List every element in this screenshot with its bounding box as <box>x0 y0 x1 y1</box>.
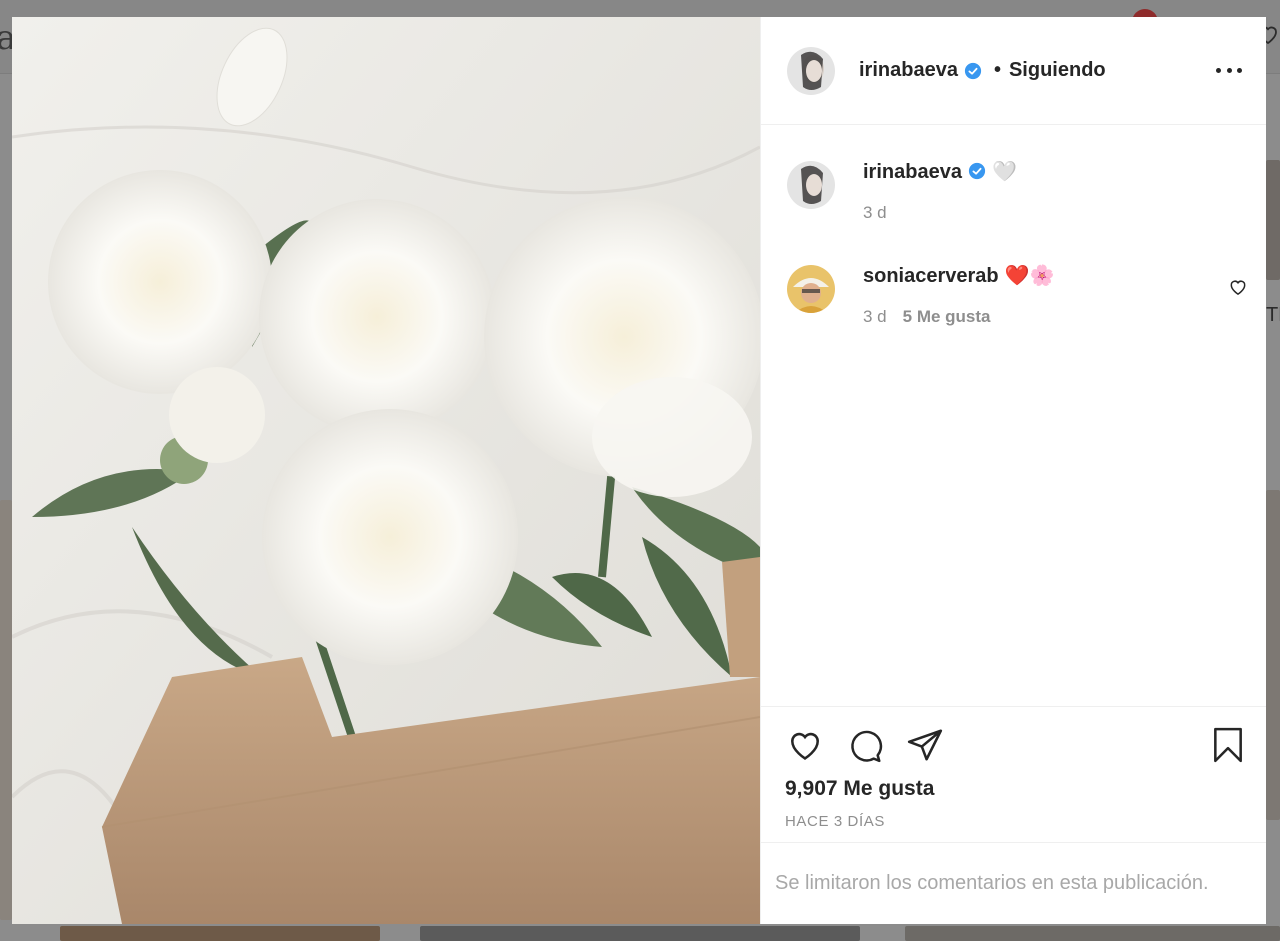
background-thumbnail <box>0 500 12 920</box>
author-username[interactable]: irinabaeva <box>859 59 958 82</box>
post-modal: irinabaeva • Siguiendo irinabaeva 🤍 3 d <box>12 17 1266 924</box>
background-thumbnail <box>420 926 860 941</box>
comments-list: irinabaeva 🤍 3 d soniacerverab ❤️🌸 3 d 5… <box>761 125 1266 706</box>
commenter-username[interactable]: soniacerverab <box>863 265 999 287</box>
post-header: irinabaeva • Siguiendo <box>761 17 1266 125</box>
background-thumbnail <box>1266 160 1280 280</box>
separator-dot: • <box>993 59 1001 81</box>
comment-likes[interactable]: 5 Me gusta <box>903 307 991 326</box>
comment-bubble-icon[interactable] <box>845 725 885 765</box>
post-image[interactable] <box>12 17 760 924</box>
comments-limited-notice: Se limitaron los comentarios en esta pub… <box>761 842 1266 924</box>
caption: irinabaeva 🤍 3 d <box>787 159 1248 223</box>
author-avatar[interactable] <box>787 46 835 95</box>
caption-meta: 3 d <box>863 203 1017 223</box>
post-actions: 9,907 Me gusta HACE 3 DÍAS <box>761 706 1266 842</box>
caption-body: irinabaeva 🤍 3 d <box>863 159 1017 223</box>
verified-badge-icon <box>968 162 986 180</box>
background-thumbnail <box>1266 490 1280 820</box>
heart-outline-icon[interactable] <box>785 725 825 765</box>
action-row <box>785 725 1248 765</box>
caption-time[interactable]: 3 d <box>863 203 887 222</box>
comment-text: ❤️🌸 <box>1004 265 1055 287</box>
paper-plane-icon[interactable] <box>905 725 945 765</box>
more-options-icon[interactable] <box>1216 66 1242 76</box>
post-timestamp[interactable]: HACE 3 DÍAS <box>785 813 1248 830</box>
comment-heart-icon[interactable] <box>1228 277 1248 297</box>
bookmark-icon[interactable] <box>1208 725 1248 765</box>
caption-text: 🤍 <box>991 161 1017 183</box>
background-side-text: TL <box>1266 304 1280 326</box>
comment-time[interactable]: 3 d <box>863 307 887 326</box>
post-details-panel: irinabaeva • Siguiendo irinabaeva 🤍 3 d <box>760 17 1266 924</box>
comment-body: soniacerverab ❤️🌸 3 d 5 Me gusta <box>863 263 1054 327</box>
verified-badge-icon <box>964 62 982 79</box>
peony-bouquet-image <box>12 17 760 924</box>
caption-avatar[interactable] <box>787 161 835 209</box>
caption-username[interactable]: irinabaeva <box>863 161 962 183</box>
comment-meta: 3 d 5 Me gusta <box>863 307 1054 327</box>
commenter-avatar[interactable] <box>787 265 835 313</box>
background-thumbnail <box>905 926 1280 941</box>
likes-count[interactable]: 9,907 Me gusta <box>785 777 1248 801</box>
following-button[interactable]: Siguiendo <box>1009 59 1106 82</box>
background-thumbnail <box>60 926 380 941</box>
comment-item: soniacerverab ❤️🌸 3 d 5 Me gusta <box>787 263 1248 327</box>
